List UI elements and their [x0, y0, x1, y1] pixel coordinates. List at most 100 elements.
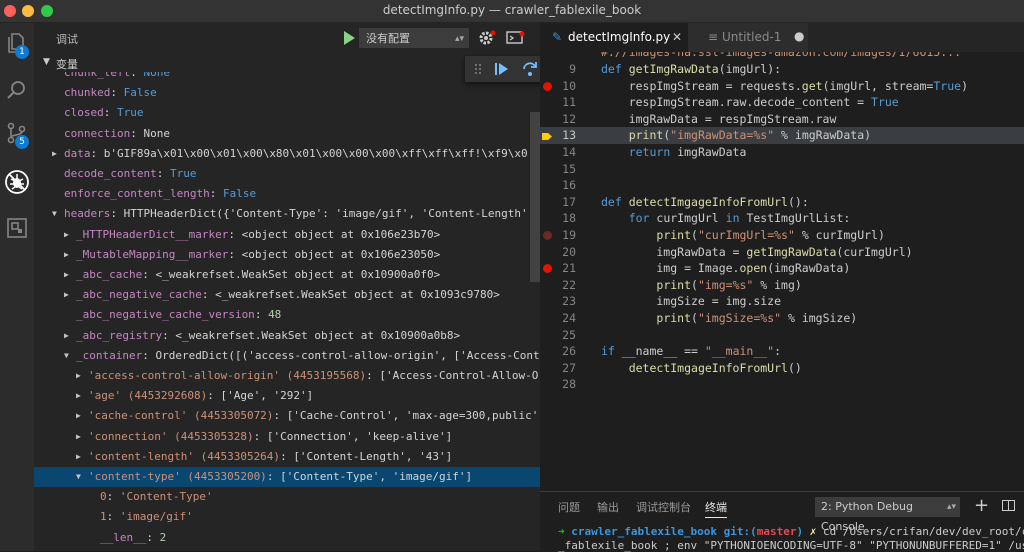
close-icon[interactable]: ✕	[672, 23, 682, 52]
tab-output[interactable]: 输出	[597, 499, 619, 515]
variable-content: headers: HTTPHeaderDict({'Content-Type':…	[64, 204, 540, 224]
tab-detectimginfo[interactable]: ✎ detectImgInfo.py ✕	[540, 23, 688, 52]
variable-row[interactable]: ▶ _abc_cache: <_weakrefset.WeakSet object…	[34, 265, 540, 285]
chevron-right-icon[interactable]: ▶	[64, 245, 74, 265]
code-text: print("imgRawData=%s" % imgRawData)	[628, 128, 872, 143]
code-line-partial: #://images-na.ssl-images-amazon.com/imag…	[540, 52, 1024, 61]
chevron-right-icon[interactable]: ▶	[64, 265, 74, 285]
variable-row[interactable]: 0: 'Content-Type'	[34, 487, 540, 507]
code-text: respImgStream.raw.decode_content = True	[601, 95, 899, 110]
variable-row[interactable]: decode_content: True	[34, 164, 540, 184]
chevron-down-icon[interactable]: ▼	[76, 467, 86, 487]
chevron-right-icon[interactable]: ▶	[76, 427, 86, 447]
chevron-right-icon[interactable]: ▶	[64, 285, 74, 305]
variable-row[interactable]: ▶'content-length' (4453305264): ['Conten…	[34, 447, 540, 467]
chevron-right-icon[interactable]: ▶	[76, 386, 86, 406]
debug-config-select[interactable]: 没有配置 ▴▾	[359, 28, 469, 48]
separator: :	[228, 247, 242, 261]
chevron-updown-icon: ▴▾	[946, 502, 956, 512]
variable-row[interactable]: 1: 'image/gif'	[34, 507, 540, 527]
debug-icon[interactable]	[4, 169, 30, 195]
code-text: imgSize = img.size	[601, 294, 782, 309]
variable-row[interactable]: ▶ _abc_registry: <_weakrefset.WeakSet obj…	[34, 326, 540, 346]
split-terminal-icon[interactable]	[1002, 500, 1015, 511]
chevron-right-icon[interactable]: ▶	[76, 366, 86, 386]
breakpoint-icon[interactable]	[543, 81, 552, 91]
line-number: 12	[562, 111, 576, 126]
variable-row[interactable]: ▶'access-control-allow-origin' (44531955…	[34, 366, 540, 386]
line-number: 24	[562, 311, 576, 325]
variable-value: 'image/gif'	[119, 510, 193, 524]
code-line: 14 return imgRawData	[540, 144, 1024, 161]
search-icon[interactable]	[5, 78, 29, 102]
chevron-right-icon[interactable]: ▶	[64, 326, 74, 346]
variable-row[interactable]: ▶ data: b'GIF89a\x01\x00\x01\x00\x80\x01\…	[34, 144, 540, 164]
variable-row[interactable]: ▼ headers: HTTPHeaderDict({'Content-Type'…	[34, 204, 540, 224]
tab-label: detectImgInfo.py	[568, 30, 671, 44]
variable-key: _HTTPHeaderDict__marker	[76, 227, 229, 241]
chevron-right-icon[interactable]: ▶	[64, 225, 74, 245]
variable-content: 'content-type' (4453305200): ['Content-T…	[88, 467, 472, 487]
variable-row[interactable]: ▶'connection' (4453305328): ['Connection…	[34, 427, 540, 447]
variable-content: 'age' (4453292608): ['Age', '292']	[88, 386, 313, 406]
variable-row[interactable]: _abc_negative_cache_version: 48	[34, 305, 540, 325]
tab-untitled[interactable]: ≡ Untitled-1 ●	[688, 23, 808, 52]
chevron-right-icon[interactable]: ▶	[76, 406, 86, 426]
variable-value: <_weakrefset.WeakSet object at 0x1093c97…	[215, 288, 500, 302]
drag-handle-icon[interactable]	[468, 59, 488, 79]
extensions-icon[interactable]	[5, 216, 29, 240]
variables-scrollbar[interactable]	[530, 112, 540, 282]
separator: :	[207, 389, 221, 403]
tab-debug-console[interactable]: 调试控制台	[636, 499, 691, 515]
code-editor[interactable]: #://images-na.ssl-images-amazon.com/imag…	[540, 52, 1024, 491]
step-over-button[interactable]	[520, 59, 540, 79]
variable-row[interactable]: __len__: 2	[34, 528, 540, 548]
variable-row[interactable]: ▶ _MutableMapping__marker: <object object…	[34, 245, 540, 265]
variable-value: <_weakrefset.WeakSet object at 0x10900a0…	[155, 268, 441, 281]
separator: :	[142, 348, 156, 362]
code-line: 27 detectImgageInfoFromUrl()	[540, 360, 1024, 377]
code-text: if __name__ == "__main__":	[601, 344, 782, 359]
chevron-right-icon[interactable]: ▶	[76, 447, 86, 467]
explorer-icon[interactable]: 1	[5, 31, 29, 59]
variable-key: decode_content	[64, 167, 157, 180]
terminal-select[interactable]: 2: Python Debug Console ▴▾	[815, 497, 960, 533]
code-line: 28	[540, 376, 1024, 393]
chevron-right-icon[interactable]: ▶	[52, 144, 62, 164]
variable-row[interactable]: ▶'age' (4453292608): ['Age', '292']	[34, 386, 540, 406]
chevron-down-icon[interactable]: ▼	[64, 346, 74, 366]
chevron-down-icon[interactable]: ▼	[52, 204, 62, 224]
variable-row[interactable]: closed: True	[34, 103, 540, 123]
continue-button[interactable]	[491, 59, 511, 79]
breakpoint-icon[interactable]	[543, 231, 552, 240]
line-number: 14	[562, 145, 576, 159]
code-text: def getImgRawData(imgUrl):	[601, 62, 782, 76]
variable-row[interactable]: ▼ _container: OrderedDict([('access-contr…	[34, 346, 540, 366]
variable-row[interactable]: chunked: False	[34, 83, 540, 103]
separator: :	[106, 490, 120, 504]
code-line: 11 respImgStream.raw.decode_content = Tr…	[540, 94, 1024, 111]
breakpoint-icon[interactable]	[543, 264, 552, 274]
variable-row[interactable]: ▶ _HTTPHeaderDict__marker: <object object…	[34, 225, 540, 245]
code-line: 19 print("curImgUrl=%s" % curImgUrl)	[540, 227, 1024, 244]
debug-console-icon[interactable]	[506, 29, 526, 47]
bottom-panel: 问题 输出 调试控制台 终端 2: Python Debug Console ▴…	[540, 491, 1024, 552]
tab-terminal[interactable]: 终端	[705, 499, 727, 518]
new-terminal-icon[interactable]: +	[974, 496, 989, 516]
tab-problems[interactable]: 问题	[558, 499, 580, 515]
variable-row[interactable]: ▶'cache-control' (4453305072): ['Cache-C…	[34, 406, 540, 426]
variable-key: _abc_negative_cache	[76, 288, 202, 302]
terminal-line: _fablexile_book ; env "PYTHONIOENCODING=…	[558, 539, 1024, 552]
variable-row[interactable]: enforce_content_length: False	[34, 184, 540, 204]
source-control-icon[interactable]: 5	[5, 121, 29, 149]
line-number: 26	[562, 344, 576, 359]
variable-value: <_weakrefset.WeakSet object at 0x10900a0…	[175, 328, 461, 342]
start-debugging-button[interactable]	[339, 29, 359, 47]
variable-value: HTTPHeaderDict({'Content-Type': 'image/g…	[123, 207, 540, 221]
variable-row[interactable]: ▶ _abc_negative_cache: <_weakrefset.WeakS…	[34, 285, 540, 305]
variable-row[interactable]: connection: None	[34, 124, 540, 144]
gear-icon[interactable]	[478, 29, 496, 47]
variable-content: decode_content: True	[64, 164, 196, 184]
variable-value: True	[169, 167, 197, 180]
variable-row[interactable]: ▼'content-type' (4453305200): ['Content-…	[34, 467, 540, 487]
